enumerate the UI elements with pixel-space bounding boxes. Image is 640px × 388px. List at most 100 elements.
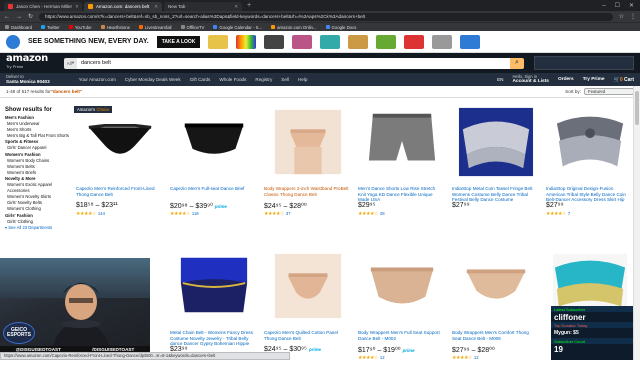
page-scrollbar[interactable]: [633, 86, 640, 360]
product-card[interactable]: IndiaStop Original Design-Fusion America…: [546, 104, 634, 244]
bookmark-item[interactable]: Twitter: [41, 25, 60, 30]
product-image[interactable]: [264, 248, 352, 324]
bookmark-item[interactable]: Google Docs: [325, 25, 356, 30]
review-count-link[interactable]: 37: [286, 211, 291, 216]
amazon-promo-logo[interactable]: [534, 56, 634, 70]
product-image[interactable]: [546, 104, 634, 180]
product-price: $27⁹⁹: [546, 202, 564, 209]
back-icon[interactable]: ←: [4, 14, 10, 20]
bookmark-item[interactable]: Google Calendar - S...: [213, 25, 262, 30]
product-card[interactable]: Body Wrappers Men's Comfort Thong Seat D…: [452, 248, 540, 388]
menu-icon[interactable]: ⋮: [630, 13, 636, 20]
product-card[interactable]: Capezio Men's Full-seat Dance Brief $20⁹⁸…: [170, 104, 258, 244]
amazon-logo[interactable]: amazon Try Prime: [6, 54, 48, 71]
product-title-link[interactable]: Metal Chain Belt - Womens Fancy Dress Co…: [170, 330, 256, 347]
product-title-link[interactable]: Capezio Men's Quilted Cotton Panel Thong…: [264, 330, 350, 347]
review-count-link[interactable]: 144: [98, 211, 105, 216]
product-card[interactable]: IndiaStop Metal Coin Tassel Fringe Belt …: [452, 104, 540, 244]
bookmark-item[interactable]: Dashboard: [5, 25, 32, 30]
forward-icon[interactable]: →: [16, 14, 22, 20]
deliver-to[interactable]: Deliver to Santa Monica 90403: [6, 74, 50, 85]
tab-amazon[interactable]: Amazon.com: dancers belt ✕: [84, 2, 162, 11]
maximize-icon[interactable]: ☐: [615, 2, 620, 9]
product-image[interactable]: [358, 104, 446, 180]
search-bar: All ▾ dancers belt ⌕: [63, 57, 524, 69]
minimize-icon[interactable]: –: [602, 3, 605, 9]
nav-link[interactable]: Sell: [281, 77, 289, 82]
star-rating-icon[interactable]: ★★★★☆ 12: [358, 355, 385, 361]
product-card[interactable]: Capezio Men's Reinforced Front-Lined Tho…: [76, 104, 164, 244]
prime-link[interactable]: Try Prime: [583, 77, 605, 82]
star-rating-icon[interactable]: ★★★★☆ 28: [358, 211, 385, 217]
nav-link[interactable]: Registry: [255, 77, 272, 82]
product-title-link[interactable]: Body Wrappers 2-inch Waistband ProBelt C…: [264, 186, 350, 203]
scrollbar-thumb[interactable]: [635, 91, 639, 125]
star-rating-icon[interactable]: ★★★★☆ 119: [170, 211, 199, 217]
product-title-link[interactable]: Capezio Men's Reinforced Front-Lined Tho…: [76, 186, 162, 203]
product-image[interactable]: [264, 104, 352, 180]
review-count-link[interactable]: 12: [380, 355, 385, 360]
banner-image: [376, 34, 397, 49]
product-image[interactable]: [170, 104, 258, 180]
nav-link[interactable]: Gift Cards: [190, 77, 211, 82]
bookmark-item[interactable]: YouTube: [68, 25, 92, 30]
search-input[interactable]: dancers belt: [76, 57, 510, 69]
product-title-link[interactable]: Body Wrappers Men's Full Seat Support Da…: [358, 330, 444, 347]
star-rating-icon[interactable]: ★★★★☆ 7: [546, 211, 570, 217]
tab-new[interactable]: New Tab ✕: [164, 2, 242, 11]
close-tab-icon[interactable]: ✕: [75, 4, 79, 10]
close-tab-icon[interactable]: ✕: [234, 4, 238, 10]
star-rating-icon[interactable]: ★★★★☆ 144: [76, 211, 105, 217]
bookmark-item[interactable]: OfflineTV: [180, 25, 204, 30]
banner-image: [236, 34, 257, 49]
banner-image: [432, 34, 453, 49]
product-title-link[interactable]: IndiaStop Original Design-Fusion America…: [546, 186, 632, 203]
nav-link[interactable]: Cyber Monday Deals Week: [125, 77, 181, 82]
address-bar[interactable]: https://www.amazon.com/s?k=dancers+belt&…: [39, 12, 613, 21]
review-count-link[interactable]: 12: [474, 355, 479, 360]
webcam-overlay: GEICO ESPORTS: [0, 258, 150, 353]
star-rating-icon[interactable]: ★★★★☆ 12: [452, 355, 479, 361]
star-icon[interactable]: ☆: [619, 13, 624, 20]
star-rating-icon[interactable]: ★★★★☆ 37: [264, 211, 291, 217]
nav-link[interactable]: Your Amazon.com: [79, 77, 116, 82]
product-title-link[interactable]: IndiaStop Metal Coin Tassel Fringe Belt …: [452, 186, 538, 203]
bookmark-item[interactable]: amazon.com Onlin...: [271, 25, 317, 30]
product-image[interactable]: [170, 248, 258, 324]
see-all-departments-link[interactable]: ▾ See All 23 Departments: [5, 225, 69, 231]
nav-link[interactable]: Help: [298, 77, 307, 82]
bookmark-item[interactable]: Hearthstone: [100, 25, 130, 30]
product-title-link[interactable]: Men's Dance Shorts Low Rise Stretch Knit…: [358, 186, 444, 203]
language-selector[interactable]: EN: [497, 77, 503, 82]
nav-link[interactable]: Whole Foods: [219, 77, 246, 82]
prime-badge: prime: [214, 204, 227, 209]
product-image[interactable]: [452, 104, 540, 180]
product-title-link[interactable]: Body Wrappers Men's Comfort Thong Seat D…: [452, 330, 538, 347]
review-count-link[interactable]: 28: [380, 211, 385, 216]
search-category-select[interactable]: All ▾: [63, 57, 77, 69]
close-tab-icon[interactable]: ✕: [154, 4, 158, 10]
cart-button[interactable]: 🛒0 Cart: [614, 77, 634, 83]
product-image[interactable]: [452, 248, 540, 324]
bookmark-item[interactable]: Livestreamfail: [139, 25, 172, 30]
promo-banner[interactable]: SEE SOMETHING NEW, EVERY DAY. TAKE A LOO…: [0, 31, 640, 53]
sort-select[interactable]: Featured: [584, 88, 634, 95]
review-count-link[interactable]: 7: [568, 211, 570, 216]
tab-jason-chen[interactable]: Jason Chen - Herman Miller ✕: [4, 2, 82, 11]
close-window-icon[interactable]: ✕: [629, 2, 634, 9]
product-card[interactable]: Capezio Men's Quilted Cotton Panel Thong…: [264, 248, 352, 388]
take-a-look-button[interactable]: TAKE A LOOK: [156, 35, 201, 48]
product-card[interactable]: Metal Chain Belt - Womens Fancy Dress Co…: [170, 248, 258, 388]
product-card[interactable]: Body Wrappers Men's Full Seat Support Da…: [358, 248, 446, 388]
product-image[interactable]: [358, 248, 446, 324]
account-lists[interactable]: Hello, Sign in Account & Lists: [512, 74, 549, 85]
product-card[interactable]: Body Wrappers 2-inch Waistband ProBelt C…: [264, 104, 352, 244]
product-card[interactable]: Men's Dance Shorts Low Rise Stretch Knit…: [358, 104, 446, 244]
reload-icon[interactable]: ↻: [28, 13, 33, 20]
product-image[interactable]: [76, 104, 164, 180]
search-button[interactable]: ⌕: [510, 57, 524, 69]
product-title-link[interactable]: Capezio Men's Full-seat Dance Brief: [170, 186, 256, 203]
orders-link[interactable]: Orders: [558, 77, 574, 82]
new-tab-icon[interactable]: +: [247, 2, 251, 11]
review-count-link[interactable]: 119: [192, 211, 199, 216]
